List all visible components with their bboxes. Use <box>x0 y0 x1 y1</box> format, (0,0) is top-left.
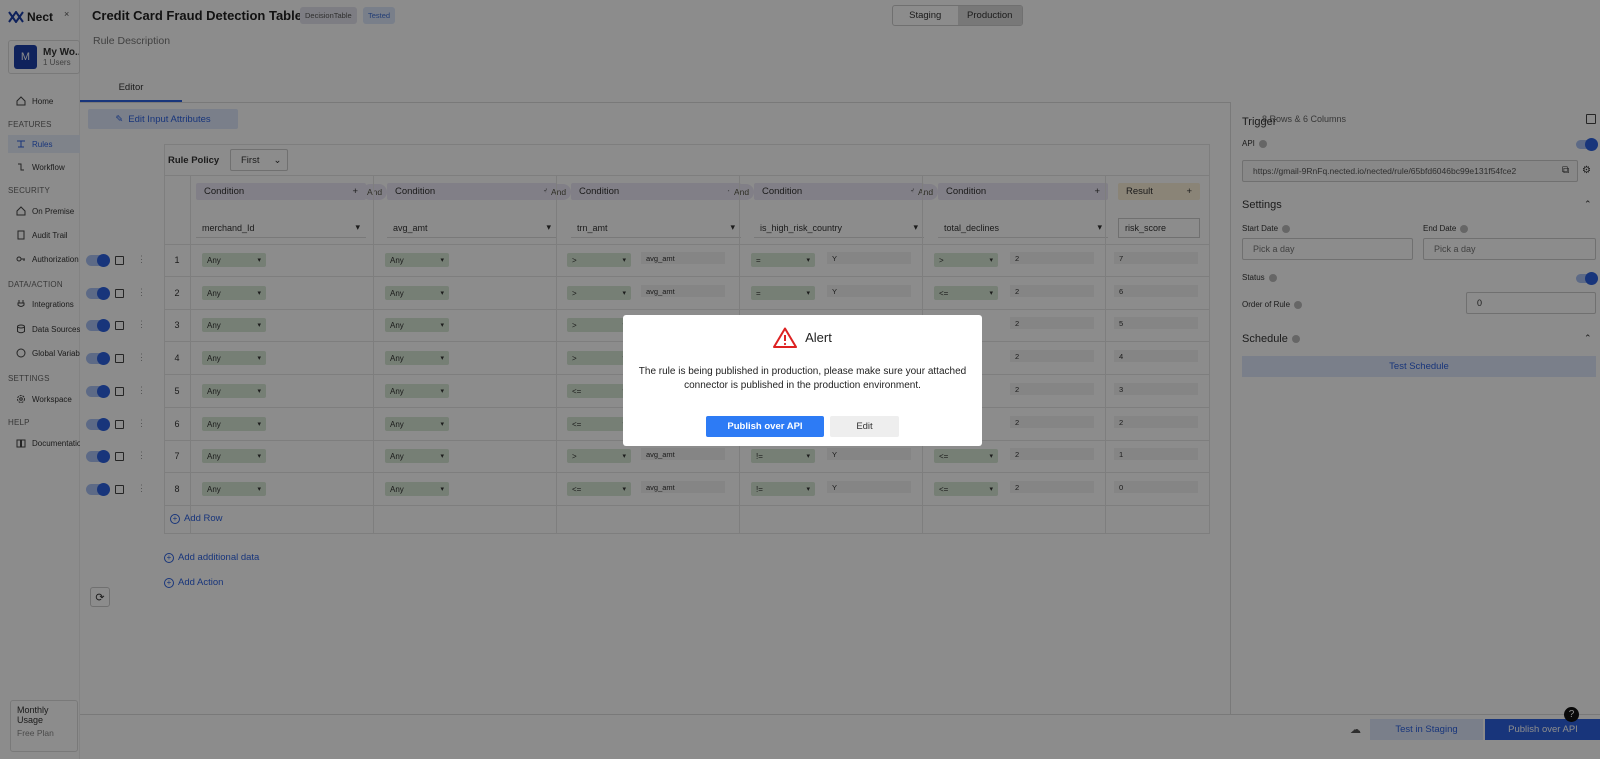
alert-title: Alert <box>805 330 832 345</box>
alert-dialog: Alert The rule is being published in pro… <box>623 315 982 446</box>
alert-message: The rule is being published in productio… <box>638 366 967 391</box>
warning-icon <box>773 327 798 348</box>
alert-header: Alert <box>623 327 982 348</box>
modal-publish-button[interactable]: Publish over API <box>706 416 824 437</box>
modal-edit-button[interactable]: Edit <box>830 416 899 437</box>
